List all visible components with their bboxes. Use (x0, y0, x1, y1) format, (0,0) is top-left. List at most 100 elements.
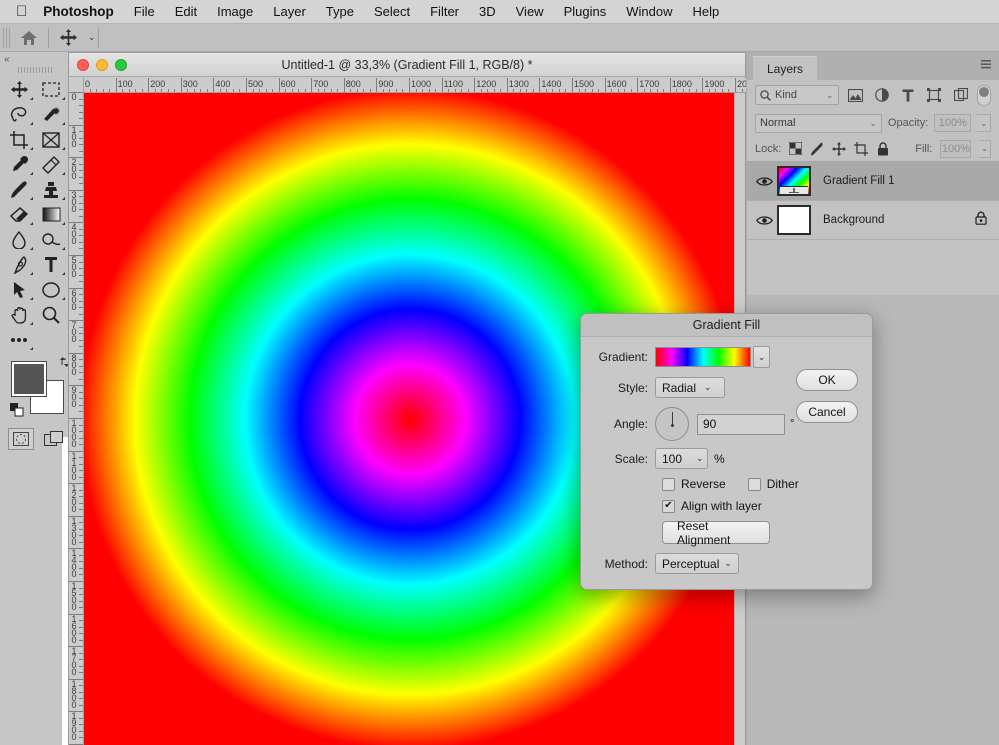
blur-tool[interactable] (3, 227, 35, 252)
menu-help[interactable]: Help (692, 4, 719, 19)
smartobject-filter-icon[interactable] (951, 85, 970, 105)
ellipse-tool[interactable] (35, 277, 67, 302)
ok-button[interactable]: OK (796, 369, 858, 391)
close-window-button[interactable] (77, 58, 89, 71)
ruler-minor-tick (79, 372, 83, 374)
quick-mask-icon[interactable] (8, 428, 34, 450)
filter-toggle-switch[interactable] (977, 84, 991, 106)
move-tool-options-caret[interactable]: ⌄ (88, 32, 96, 43)
lasso-tool[interactable] (3, 102, 35, 127)
options-bar-grip[interactable] (3, 27, 12, 48)
frame-tool[interactable] (35, 127, 67, 152)
brush-tool[interactable] (3, 177, 35, 202)
blend-mode-select[interactable]: Normal ⌄ (755, 113, 882, 133)
lock-artboard-icon[interactable] (854, 141, 869, 157)
fill-stepper-caret[interactable]: ⌄ (979, 139, 991, 158)
lock-position-icon[interactable] (832, 141, 847, 157)
lock-transparent-icon[interactable] (789, 141, 803, 157)
crop-tool[interactable] (3, 127, 35, 152)
zoom-window-button[interactable] (115, 58, 127, 71)
ruler-minor-tick (79, 268, 83, 270)
horizontal-ruler[interactable]: 0 100 200 300 400 500 600 700 800 900 1000 1100 1200… (83, 78, 746, 93)
menu-window[interactable]: Window (626, 4, 672, 19)
white-thumbnail[interactable] (777, 205, 811, 235)
method-select[interactable]: Perceptual ⌄ (655, 553, 739, 574)
menu-layer[interactable]: Layer (273, 4, 306, 19)
type-tool[interactable] (35, 252, 67, 277)
menu-select[interactable]: Select (374, 4, 410, 19)
foreground-color-swatch[interactable] (11, 361, 47, 397)
scale-select[interactable]: 100 ⌄ (655, 448, 708, 469)
menu-type[interactable]: Type (326, 4, 354, 19)
eye-icon[interactable] (751, 215, 777, 226)
opacity-stepper-caret[interactable]: ⌄ (977, 114, 992, 132)
move-tool[interactable] (3, 77, 35, 102)
menu-view[interactable]: View (516, 4, 544, 19)
tools-collapse-button[interactable]: « (0, 52, 69, 66)
ruler-label: 600 (71, 287, 77, 312)
move-tool-icon[interactable] (51, 25, 85, 51)
angle-dial[interactable] (655, 407, 689, 441)
lock-image-icon[interactable] (810, 141, 824, 157)
healing-brush-tool[interactable] (35, 152, 67, 177)
style-select[interactable]: Radial ⌄ (655, 377, 725, 398)
edit-toolbar-ellipsis-icon[interactable] (3, 327, 35, 352)
shape-filter-icon[interactable] (925, 85, 944, 105)
chevron-down-icon[interactable]: ⌄ (869, 118, 877, 129)
layer-row-gradient-fill[interactable]: Gradient Fill 1 (747, 162, 999, 201)
menu-image[interactable]: Image (217, 4, 253, 19)
rectangular-marquee-tool[interactable] (35, 77, 67, 102)
screen-mode-icon[interactable] (40, 428, 69, 450)
filter-kind-select[interactable]: Kind ⌄ (755, 85, 839, 105)
reverse-checkbox[interactable] (662, 477, 675, 491)
apple-logo-icon[interactable]:  (16, 4, 27, 19)
vertical-ruler[interactable]: 0 100 200 300 400 500 600 700 800 900 100011001200… (69, 78, 84, 745)
magic-wand-tool[interactable] (35, 102, 67, 127)
clone-stamp-tool[interactable] (35, 177, 67, 202)
gradient-row: Gradient: ⌄ (593, 346, 860, 368)
minimize-window-button[interactable] (96, 58, 108, 71)
path-selection-tool[interactable] (3, 277, 35, 302)
eye-icon[interactable] (751, 176, 777, 187)
dodge-tool[interactable] (35, 227, 67, 252)
reset-alignment-button[interactable]: Reset Alignment (662, 519, 770, 547)
image-filter-icon[interactable] (846, 85, 865, 105)
hand-tool[interactable] (3, 302, 35, 327)
gradient-thumbnail[interactable] (777, 166, 811, 196)
dither-checkbox[interactable] (747, 477, 761, 491)
menu-filter[interactable]: Filter (430, 4, 459, 19)
panel-menu-icon[interactable] (981, 58, 993, 76)
angle-input[interactable]: 90 (697, 413, 785, 435)
gradient-preview-swatch[interactable] (655, 347, 751, 367)
eraser-tool[interactable] (3, 202, 35, 227)
app-name-menu[interactable]: Photoshop (43, 4, 114, 19)
menu-edit[interactable]: Edit (175, 4, 197, 19)
menu-3d[interactable]: 3D (479, 4, 496, 19)
default-colors-icon[interactable] (10, 403, 24, 422)
layer-name[interactable]: Gradient Fill 1 (823, 175, 895, 187)
angle-unit: ° (790, 418, 795, 430)
chevron-down-icon[interactable]: ⌄ (826, 90, 834, 101)
opacity-value[interactable]: 100% (934, 114, 972, 132)
tools-panel-grip[interactable] (17, 67, 52, 73)
align-with-layer-checkbox[interactable] (662, 499, 675, 513)
menu-plugins[interactable]: Plugins (564, 4, 607, 19)
document-title-bar[interactable]: Untitled-1 @ 33,3% (Gradient Fill 1, RGB… (69, 53, 745, 77)
fill-value[interactable]: 100% (940, 139, 972, 158)
tab-layers[interactable]: Layers (753, 56, 818, 80)
layer-name[interactable]: Background (823, 214, 884, 226)
layer-row-background[interactable]: Background (747, 201, 999, 240)
dialog-title-bar[interactable]: Gradient Fill (581, 314, 872, 337)
gradient-tool[interactable] (35, 202, 67, 227)
lock-all-icon[interactable] (876, 141, 889, 157)
eyedropper-tool[interactable] (3, 152, 35, 177)
adjustment-filter-icon[interactable] (872, 85, 891, 105)
cancel-button[interactable]: Cancel (796, 401, 858, 423)
menu-file[interactable]: File (134, 4, 155, 19)
home-icon[interactable] (12, 25, 46, 51)
gradient-picker-chevron-down-icon[interactable]: ⌄ (753, 346, 770, 368)
ruler-minor-tick (79, 704, 83, 706)
zoom-tool[interactable] (35, 302, 67, 327)
type-filter-icon[interactable] (898, 85, 917, 105)
pen-tool[interactable] (3, 252, 35, 277)
